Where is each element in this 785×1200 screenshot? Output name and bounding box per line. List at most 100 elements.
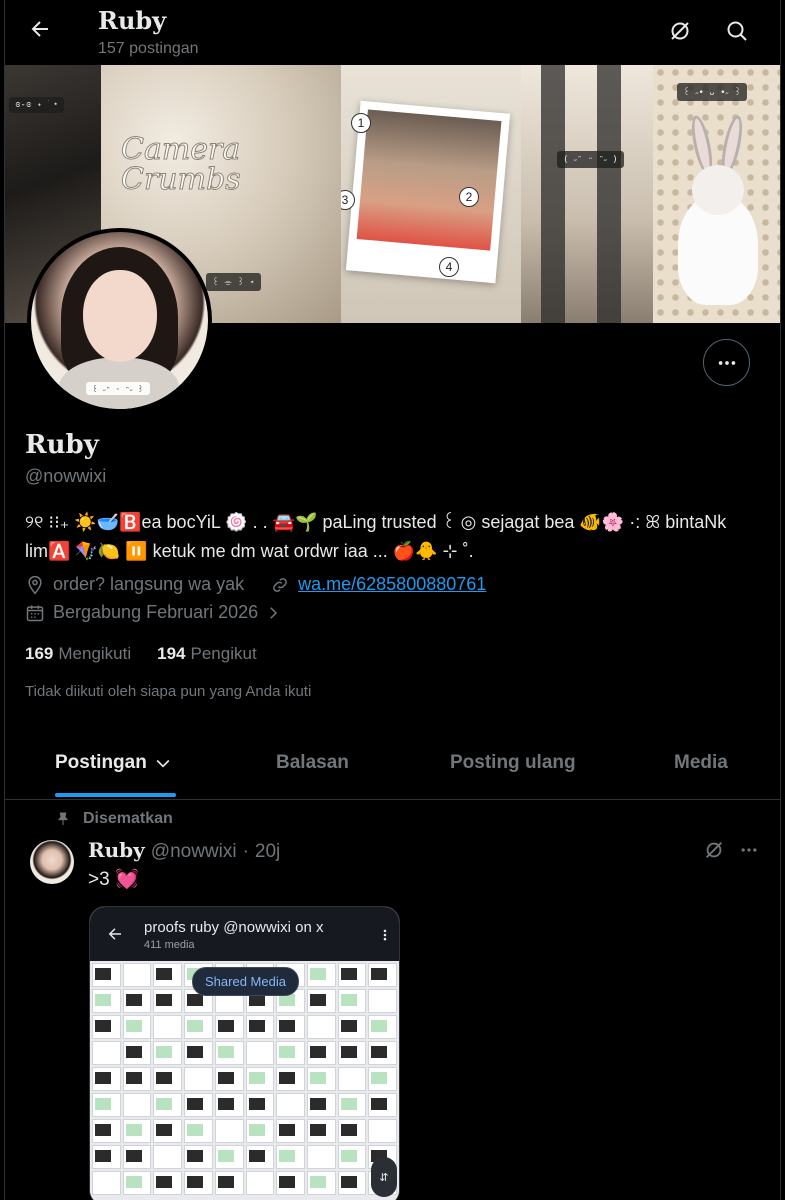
profile-name: Ruby	[25, 430, 99, 460]
photo-number: 4	[439, 257, 459, 277]
link-icon	[273, 577, 287, 592]
media-thumbnail	[276, 1145, 305, 1169]
media-thumbnail	[184, 1119, 213, 1143]
media-thumbnail-grid	[90, 961, 399, 1200]
media-thumbnail	[122, 1015, 152, 1039]
media-thumbnail	[245, 1015, 275, 1039]
post-author-name[interactable]: Ruby	[88, 838, 145, 862]
media-thumbnail	[122, 1119, 152, 1143]
post-media-image[interactable]: proofs ruby @nowwixi on x 411 media Shar…	[89, 906, 400, 1200]
media-thumbnail	[245, 1171, 275, 1195]
more-options-button[interactable]	[703, 339, 750, 386]
tab-replies[interactable]: Balasan	[276, 752, 349, 774]
media-thumbnail	[245, 1093, 275, 1117]
more-vertical-icon	[383, 929, 387, 941]
media-thumbnail	[368, 1093, 397, 1117]
post-grok-button[interactable]	[700, 836, 728, 864]
post-author-handle[interactable]: @nowwixi	[151, 841, 237, 863]
media-thumbnail	[214, 1145, 244, 1169]
arrow-left-icon	[31, 21, 48, 37]
tab-reposts[interactable]: Posting ulang	[450, 752, 576, 774]
pin-icon	[58, 812, 68, 825]
more-horizontal-icon	[718, 360, 735, 365]
media-thumbnail	[153, 989, 183, 1013]
media-thumbnail	[276, 1067, 305, 1091]
calendar-icon	[26, 605, 44, 621]
profile-joined-row[interactable]: Bergabung Februari 2026	[25, 602, 290, 623]
photo-number: 1	[351, 113, 371, 133]
media-thumbnail	[92, 1015, 121, 1039]
media-thumbnail	[153, 1145, 183, 1169]
profile-joined: Bergabung Februari 2026	[53, 602, 259, 622]
media-thumbnail	[306, 1067, 336, 1091]
profile-link[interactable]: wa.me/6285800880761	[298, 574, 486, 595]
search-button[interactable]	[722, 16, 752, 46]
pinned-indicator: Disematkan	[55, 810, 173, 828]
media-thumbnail	[337, 1171, 367, 1195]
profile-handle: @nowwixi	[25, 466, 107, 486]
profile-bio: ୨୧ ⁝⁝₊ ☀️🥣🅱️ea bocYiL 🍥 . . 🚘🌱 paLing tr…	[25, 512, 727, 561]
media-thumbnail	[368, 1067, 397, 1091]
media-thumbnail	[245, 1145, 275, 1169]
media-thumbnail	[122, 989, 152, 1013]
media-thumbnail	[368, 1015, 397, 1039]
post-author-avatar[interactable]	[30, 840, 74, 884]
media-thumbnail	[184, 1145, 213, 1169]
post-separator: ·	[242, 841, 249, 862]
pinned-label: Disematkan	[83, 810, 173, 827]
media-header: proofs ruby @nowwixi on x 411 media	[90, 907, 399, 961]
media-thumbnail	[276, 1015, 305, 1039]
media-thumbnail	[92, 963, 121, 987]
media-thumbnail	[337, 1119, 367, 1143]
page-title: Ruby	[98, 6, 167, 35]
follow-stats: 169 Mengikuti 194 Pengikut	[25, 644, 257, 664]
media-thumbnail	[184, 1093, 213, 1117]
grok-icon	[671, 22, 689, 40]
media-thumbnail	[184, 1041, 213, 1065]
media-thumbnail	[337, 1067, 367, 1091]
banner-polaroid	[345, 100, 511, 284]
location-pin-icon	[28, 575, 42, 594]
media-thumbnail	[306, 1093, 336, 1117]
media-thumbnail	[214, 1119, 244, 1143]
media-thumbnail	[337, 1145, 367, 1169]
media-thumbnail	[306, 963, 336, 987]
post-text: >3 💓	[88, 869, 139, 890]
top-bar: Ruby 157 postingan	[5, 0, 780, 65]
tab-media[interactable]: Media	[674, 752, 728, 774]
media-thumbnail	[214, 1093, 244, 1117]
profile-page: Ruby 157 postingan ɞ-ɞ ˖ ࣪ ⋆ Camera Crum…	[4, 0, 781, 1200]
media-thumbnail	[122, 1171, 152, 1195]
followers-count: 194	[157, 644, 186, 663]
media-thumbnail	[153, 1119, 183, 1143]
banner-sticker: ꒰ ˶• ᴗ •˶ ꒱	[677, 83, 747, 101]
banner-sticker: ( ˶ᵔ ᵕ ᵔ˶ )	[557, 151, 624, 168]
media-thumbnail	[276, 1119, 305, 1143]
media-thumbnail	[245, 1119, 275, 1143]
followers-link[interactable]: 194 Pengikut	[157, 644, 257, 664]
media-thumbnail	[122, 1093, 152, 1117]
profile-avatar[interactable]: ꒰ ˶ᵔ ᵕ ᵔ˶ ꒱	[27, 228, 212, 413]
following-link[interactable]: 169 Mengikuti	[25, 644, 131, 664]
media-thumbnail	[153, 1093, 183, 1117]
followers-label: Pengikut	[190, 644, 257, 663]
media-thumbnail	[306, 989, 336, 1013]
following-label: Mengikuti	[58, 644, 132, 663]
tab-posts[interactable]: Postingan	[55, 752, 173, 774]
media-thumbnail	[276, 1093, 305, 1117]
avatar-tag: ꒰ ˶ᵔ ᵕ ᵔ˶ ꒱	[86, 382, 150, 395]
media-thumbnail	[122, 1067, 152, 1091]
tab-label: Postingan	[55, 752, 147, 773]
media-thumbnail	[92, 1119, 121, 1143]
media-thumbnail	[276, 1041, 305, 1065]
media-thumbnail	[214, 1015, 244, 1039]
media-thumbnail	[214, 1171, 244, 1195]
media-thumbnail	[184, 1171, 213, 1195]
post-more-button[interactable]	[735, 836, 763, 864]
media-thumbnail	[153, 1015, 183, 1039]
back-button[interactable]	[25, 14, 55, 44]
media-thumbnail	[92, 989, 121, 1013]
grok-button[interactable]	[665, 16, 695, 46]
media-thumbnail	[153, 1171, 183, 1195]
post-time[interactable]: 20j	[255, 841, 280, 863]
